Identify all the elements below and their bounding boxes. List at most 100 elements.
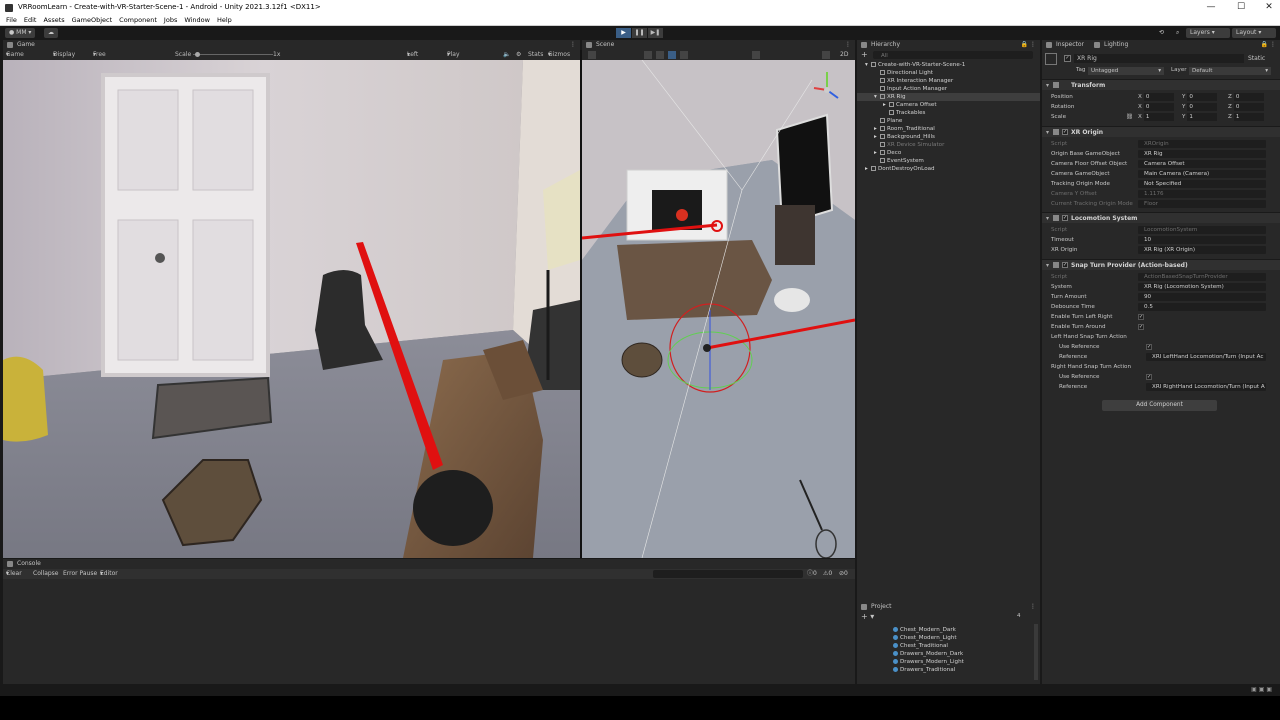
locomotion-enabled-checkbox[interactable]: ✓ [1062,215,1068,221]
tab-project[interactable]: Project [857,602,892,612]
field-value[interactable]: XR Rig (Locomotion System) [1138,283,1266,291]
editor-dropdown[interactable]: Editor ▾ [100,569,118,579]
menu-file[interactable]: File [6,15,17,25]
locomotion-system-header[interactable]: ▾ ✓ Locomotion System [1042,212,1280,223]
menu-window[interactable]: Window [184,15,210,25]
step-button[interactable]: ▶❚ [648,28,663,38]
hierarchy-item[interactable]: Directional Light [857,69,1040,77]
hand-tool-icon[interactable] [588,51,596,59]
error-count[interactable]: ⊘ 0 [839,569,848,579]
hierarchy-item[interactable]: ▾ Create-with-VR-Starter-Scene-1 [857,61,1040,69]
constrain-scale-icon[interactable]: ⛓ [1126,113,1133,121]
scene-menu-icon[interactable]: ⋮ [845,40,851,50]
project-asset-item[interactable]: Drawers_Modern_Dark [893,650,964,658]
search-icon[interactable]: ⌕ [1172,28,1183,38]
position-x[interactable]: X0 [1138,93,1174,101]
hierarchy-search-input[interactable]: All [873,51,1033,59]
project-asset-item[interactable]: Drawers_Traditional [893,666,964,674]
hierarchy-item[interactable]: Plane [857,117,1040,125]
inspector-lock-icon[interactable]: 🔒 [1261,40,1268,50]
hierarchy-item[interactable]: Trackables [857,109,1040,117]
locomotion-foldout-icon[interactable]: ▾ [1046,213,1049,224]
scale-slider[interactable] [193,54,273,55]
status-icons[interactable]: ▣ ▣ ▣ [1251,686,1272,693]
field-value[interactable]: XR Rig (XR Origin) [1138,246,1266,254]
layer-dropdown[interactable]: Default ▾ [1189,67,1271,75]
error-pause-button[interactable]: Error Pause [63,569,97,579]
menu-jobs[interactable]: Jobs [164,15,177,25]
menu-help[interactable]: Help [217,15,232,25]
enable-turn-left-right-checkbox[interactable]: ✓ [1138,314,1144,320]
aspect-dropdown[interactable]: Free Aspect ▾ [93,50,113,68]
tab-console[interactable]: Console [3,559,41,569]
log-count[interactable]: ⓘ 0 [807,569,817,579]
position-z[interactable]: Z0 [1228,93,1264,101]
hierarchy-item[interactable]: ▸ Camera Offset [857,101,1040,109]
project-asset-item[interactable]: Chest_Traditional [893,642,964,650]
field-value[interactable]: Camera Offset [1138,160,1266,168]
layout-dropdown[interactable]: Layout ▾ [1232,28,1276,38]
scale-y[interactable]: Y1 [1182,113,1218,121]
rect-tool-icon[interactable] [680,51,688,59]
hierarchy-menu-icon[interactable]: ⋮ [1030,40,1036,50]
eye-dropdown[interactable]: Left Eye ▾ [407,50,418,68]
account-button[interactable]: ● MM ▾ [5,28,36,38]
project-asset-item[interactable]: Chest_Modern_Light [893,634,964,642]
project-asset-item[interactable]: Chest_Modern_Dark [893,626,964,634]
menu-component[interactable]: Component [119,15,157,25]
maximize-button[interactable]: ☐ [1226,0,1256,15]
rotation-y[interactable]: Y0 [1182,103,1218,111]
project-add-icon[interactable]: + ▾ [861,612,874,622]
hierarchy-item[interactable]: ▸ Deco [857,149,1040,157]
tab-game[interactable]: Game [3,40,35,50]
rotation-x[interactable]: X0 [1138,103,1174,111]
active-checkbox[interactable]: ✓ [1064,55,1071,62]
left-reference-field[interactable]: XRI LeftHand Locomotion/Turn (Input Ac [1146,353,1266,361]
hierarchy-item[interactable]: ▸ DontDestroyOnLoad [857,165,1040,173]
minimize-button[interactable]: — [1196,0,1226,15]
move-tool-icon[interactable] [644,51,652,59]
add-component-button[interactable]: Add Component [1102,400,1217,411]
project-scrollbar[interactable] [1034,624,1038,680]
grid-icon[interactable] [752,51,760,59]
clear-button[interactable]: Clear ▾ [6,569,22,579]
xr-origin-enabled-checkbox[interactable]: ✓ [1062,129,1068,135]
object-name-field[interactable]: XR Rig [1074,54,1244,63]
inspector-menu-icon[interactable]: ⋮ [1270,40,1276,50]
hierarchy-item[interactable]: XR Device Simulator [857,141,1040,149]
display-dropdown[interactable]: Display 1 ▾ [53,50,75,68]
field-value[interactable]: 10 [1138,236,1266,244]
game-mode-dropdown[interactable]: Game ▾ [6,50,24,60]
warning-count[interactable]: ⚠ 0 [823,569,832,579]
audio-icon[interactable]: 🔈 [503,50,510,60]
xr-origin-foldout-icon[interactable]: ▾ [1046,127,1049,138]
scene-viewport[interactable] [582,60,855,558]
field-value[interactable]: 90 [1138,293,1266,301]
lock-icon[interactable]: 🔒 [1021,40,1028,50]
snap-turn-enabled-checkbox[interactable]: ✓ [1062,262,1068,268]
hierarchy-item[interactable]: XR Interaction Manager [857,77,1040,85]
hierarchy-item[interactable]: EventSystem [857,157,1040,165]
tab-scene[interactable]: Scene [582,40,614,50]
enable-turn-around-checkbox[interactable]: ✓ [1138,324,1144,330]
game-menu-icon[interactable]: ⋮ [570,40,576,50]
play-focused-dropdown[interactable]: Play Focused ▾ [447,50,472,68]
project-menu-icon[interactable]: ⋮ [1030,602,1036,612]
snap-turn-header[interactable]: ▾ ✓ Snap Turn Provider (Action-based) [1042,259,1280,270]
2d-toggle[interactable]: 2D [840,50,848,60]
layers-dropdown[interactable]: Layers ▾ [1186,28,1230,38]
pause-button[interactable]: ❚❚ [632,28,647,38]
transform-foldout-icon[interactable]: ▾ [1046,80,1049,91]
tag-dropdown[interactable]: Untagged ▾ [1088,67,1164,75]
add-object-icon[interactable]: + [861,50,868,60]
game-viewport[interactable] [3,60,580,558]
transform-header[interactable]: ▾ Transform [1042,79,1280,90]
field-value[interactable]: 0.5 [1138,303,1266,311]
position-y[interactable]: Y0 [1182,93,1218,101]
close-button[interactable]: ✕ [1254,0,1280,15]
scale-slider-handle[interactable] [195,52,200,57]
cloud-icon[interactable]: ☁ [44,28,58,38]
menu-gameobject[interactable]: GameObject [72,15,113,25]
scale-z[interactable]: Z1 [1228,113,1264,121]
gizmos-dropdown[interactable]: Gizmos ▾ [548,50,570,60]
